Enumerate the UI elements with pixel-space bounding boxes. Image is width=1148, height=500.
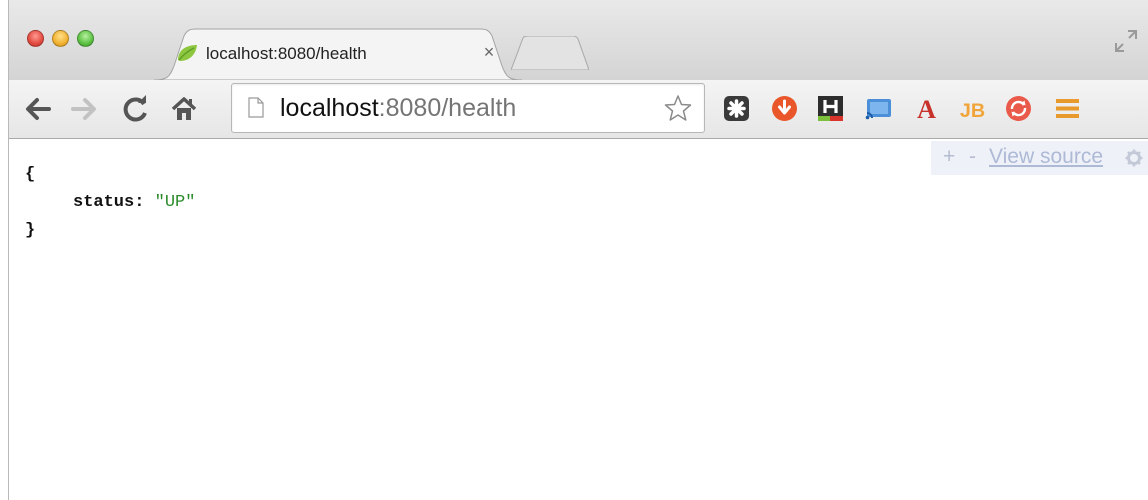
menu-icon[interactable] bbox=[1054, 95, 1081, 122]
address-bar[interactable]: localhost:8080/health bbox=[231, 83, 705, 133]
forward-arrow-icon[interactable] bbox=[69, 94, 99, 124]
download-extension-icon[interactable] bbox=[771, 95, 798, 122]
maximize-window-button[interactable] bbox=[77, 30, 94, 47]
tab-active[interactable]: localhost:8080/health × bbox=[154, 28, 522, 80]
page-content: { status: "UP" } + - View source bbox=[9, 139, 1148, 500]
view-source-bar: + - View source bbox=[931, 141, 1148, 175]
tab-close-button[interactable]: × bbox=[479, 42, 499, 62]
cast-extension-icon[interactable] bbox=[865, 95, 892, 122]
spring-leaf-icon bbox=[178, 45, 197, 61]
minimize-window-button[interactable] bbox=[52, 30, 69, 47]
url-text: localhost:8080/health bbox=[280, 94, 516, 123]
close-window-button[interactable] bbox=[27, 30, 44, 47]
browser-window: localhost:8080/health × localhost:8080/h… bbox=[8, 0, 1148, 500]
svg-text:JB: JB bbox=[960, 100, 985, 122]
json-viewer: { status: "UP" } bbox=[25, 161, 195, 245]
json-value: "UP" bbox=[154, 193, 196, 212]
bookmark-star-icon[interactable] bbox=[664, 94, 692, 122]
json-key: status: bbox=[73, 193, 145, 212]
toolbar: localhost:8080/health A JB bbox=[9, 80, 1148, 139]
expand-button[interactable]: + bbox=[943, 145, 955, 169]
sync-extension-icon[interactable] bbox=[1005, 95, 1032, 122]
h-extension-icon[interactable] bbox=[817, 95, 844, 122]
jb-extension-icon[interactable]: JB bbox=[959, 95, 986, 122]
window-controls bbox=[27, 30, 94, 47]
new-tab-button[interactable] bbox=[511, 36, 589, 70]
gear-icon[interactable] bbox=[1125, 149, 1143, 167]
tab-title: localhost:8080/health bbox=[206, 44, 367, 63]
url-host: localhost bbox=[280, 94, 379, 122]
page-icon bbox=[248, 97, 264, 118]
json-open-brace: { bbox=[25, 165, 36, 184]
puzzle-extension-icon[interactable] bbox=[723, 95, 750, 122]
fullscreen-icon[interactable] bbox=[1113, 28, 1139, 54]
url-path: :8080/health bbox=[378, 94, 517, 122]
view-source-link[interactable]: View source bbox=[989, 145, 1103, 169]
json-close-brace: } bbox=[25, 221, 36, 240]
tab-strip: localhost:8080/health × bbox=[9, 0, 1148, 80]
svg-text:A: A bbox=[917, 95, 936, 122]
font-extension-icon[interactable]: A bbox=[913, 95, 940, 122]
collapse-button[interactable]: - bbox=[969, 145, 976, 169]
home-icon[interactable] bbox=[169, 94, 199, 124]
json-property: status: "UP" bbox=[25, 189, 195, 217]
back-arrow-icon[interactable] bbox=[23, 94, 53, 124]
reload-icon[interactable] bbox=[121, 94, 151, 124]
